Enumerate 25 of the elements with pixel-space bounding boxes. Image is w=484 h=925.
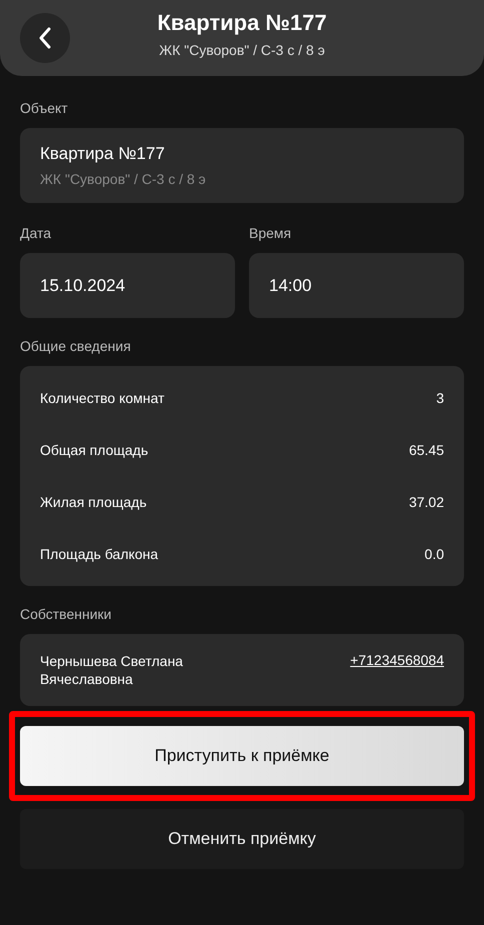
page-subtitle: ЖК "Суворов" / С-3 с / 8 э bbox=[159, 42, 325, 58]
time-field[interactable]: 14:00 bbox=[249, 253, 464, 318]
back-button[interactable] bbox=[20, 13, 70, 63]
cancel-button[interactable]: Отменить приёмку bbox=[20, 809, 464, 869]
date-field[interactable]: 15.10.2024 bbox=[20, 253, 235, 318]
section-label: Объект bbox=[20, 100, 68, 116]
field-label: Дата bbox=[20, 225, 52, 241]
info-value: 3 bbox=[436, 390, 444, 406]
section-label: Собственники bbox=[20, 606, 112, 622]
page-title: Квартира №177 bbox=[157, 10, 327, 36]
info-name: Общая площадь bbox=[40, 442, 148, 458]
object-address: ЖК "Суворов" / С-3 с / 8 э bbox=[40, 171, 206, 187]
object-title: Квартира №177 bbox=[40, 144, 165, 164]
info-value: 37.02 bbox=[408, 494, 444, 510]
info-value: 0.0 bbox=[424, 546, 444, 562]
field-label: Время bbox=[249, 225, 292, 241]
phone-link[interactable]: +71234568084 bbox=[350, 652, 444, 668]
info-name: Площадь балкона bbox=[40, 546, 158, 562]
start-button[interactable]: Приступить к приёмке bbox=[20, 726, 464, 786]
owner-name: Чернышева Светлана Вячеславовна bbox=[40, 652, 184, 688]
info-name: Количество комнат bbox=[40, 390, 164, 406]
info-value: 65.45 bbox=[408, 442, 444, 458]
section-label: Общие сведения bbox=[20, 338, 131, 354]
info-name: Жилая площадь bbox=[40, 494, 147, 510]
back-icon bbox=[37, 26, 53, 50]
